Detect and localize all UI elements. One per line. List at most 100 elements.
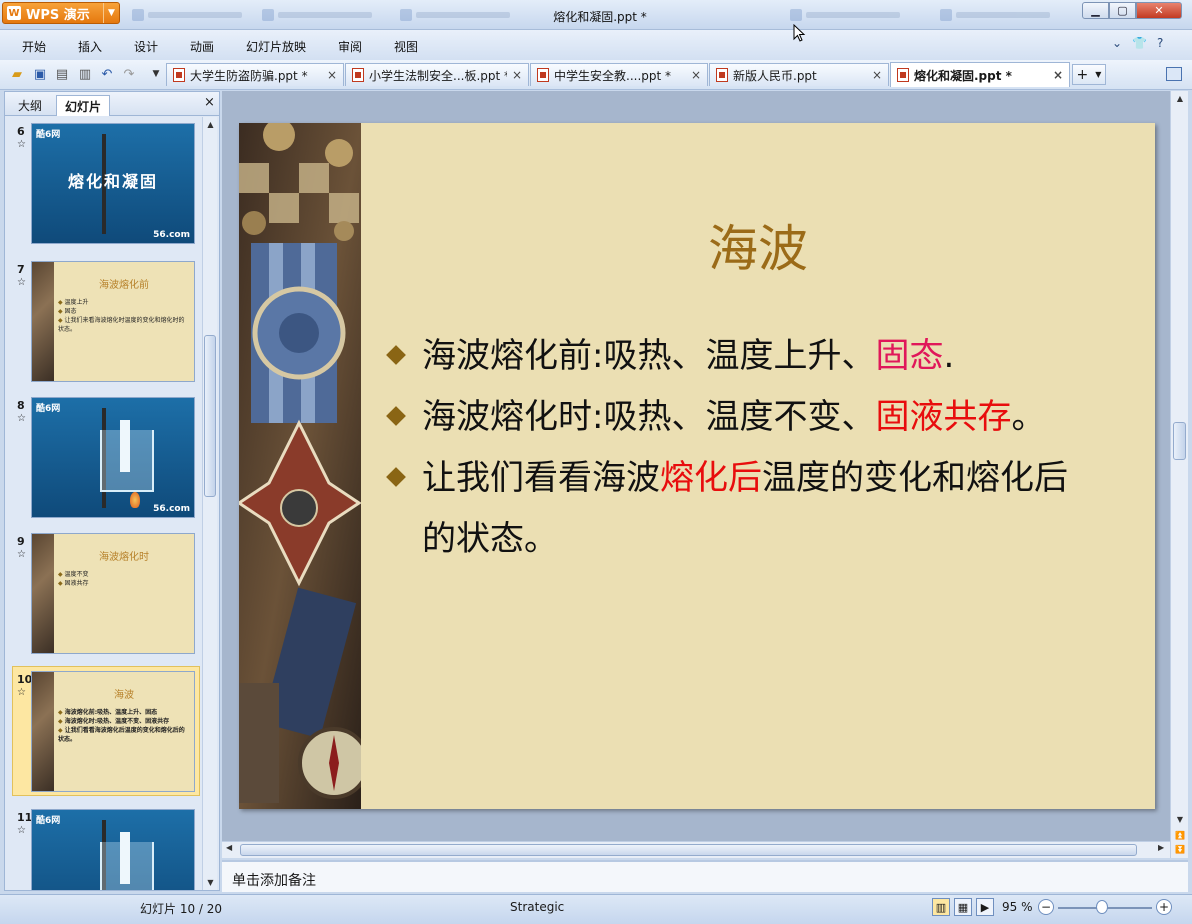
scroll-up-icon[interactable]: ▲ <box>1172 91 1188 105</box>
diamond-bullet-icon <box>386 467 406 487</box>
minimize-button[interactable]: ▁ <box>1082 2 1109 19</box>
doc-tab[interactable]: 中学生安全教....ppt * × <box>530 63 708 86</box>
print-preview-icon[interactable]: ▥ <box>77 66 93 82</box>
slide-thumbnail[interactable]: 酷6网 熔化和凝固 56.com <box>31 123 195 244</box>
redo-icon[interactable]: ↷ <box>121 66 137 82</box>
menu-review[interactable]: 审阅 <box>338 38 362 55</box>
slide-thumbnail[interactable]: 酷6网 56.com <box>31 397 195 518</box>
thumb-bullets: 海波熔化前:吸热、温度上升、固态 海波熔化时:吸热、温度不变、固液共存 让我们看… <box>58 708 190 744</box>
decor-strip <box>32 262 54 381</box>
close-tab-icon[interactable]: × <box>691 68 701 82</box>
medal-collage-image <box>239 123 361 809</box>
thumbnail-row[interactable]: 6 ☆ 酷6网 熔化和凝固 56.com <box>5 123 201 259</box>
skin-icon[interactable]: 👕 <box>1132 36 1147 50</box>
background-window-tab <box>132 7 242 23</box>
slide-sorter-button[interactable]: ▦ <box>954 898 972 916</box>
scroll-thumb[interactable] <box>240 844 1137 856</box>
slide-bullet-list[interactable]: 海波熔化前:吸热、温度上升、固态. 海波熔化时:吸热、温度不变、固液共存。 让我… <box>386 326 1149 570</box>
scroll-thumb[interactable] <box>1173 422 1186 460</box>
thumbnail-row[interactable]: 8 ☆ 酷6网 56.com <box>5 397 201 533</box>
chevron-down-icon: ▼ <box>1095 70 1102 79</box>
zoom-in-button[interactable]: + <box>1156 899 1172 915</box>
collapse-ribbon-icon[interactable]: ⌄ <box>1112 36 1122 50</box>
vertical-scrollbar[interactable]: ▲ ▼ ⏫ ⏬ <box>1170 91 1188 858</box>
prev-slide-icon[interactable]: ⏫ <box>1172 828 1188 842</box>
app-menu-button[interactable]: W WPS 演示 ▼ <box>2 2 120 24</box>
menu-animation[interactable]: 动画 <box>190 38 214 55</box>
tab-outline[interactable]: 大纲 <box>10 95 50 116</box>
close-tab-icon[interactable]: × <box>872 68 882 82</box>
toolbar-dropdown-icon[interactable]: ▼ <box>148 66 164 82</box>
thumbnail-row[interactable]: 11 ☆ 酷6网 <box>5 809 201 890</box>
print-icon[interactable]: ▤ <box>54 66 70 82</box>
doc-tab[interactable]: 小学生法制安全...板.ppt * × <box>345 63 529 86</box>
thumb-bullet: 温度上升 <box>58 298 190 307</box>
menu-design[interactable]: 设计 <box>134 38 158 55</box>
zoom-out-button[interactable]: − <box>1038 899 1054 915</box>
background-window-tab <box>262 7 372 23</box>
thumbnail-row[interactable]: 7 ☆ 海波熔化前 温度上升 固态 让我们来看海波熔化时温度的变化和熔化时的状态… <box>5 261 201 397</box>
app-name: WPS 演示 <box>26 7 90 23</box>
notes-input[interactable]: 单击添加备注 <box>222 860 1188 892</box>
thumb-title: 海波熔化前 <box>99 280 149 291</box>
slide-bullet: 海波熔化时:吸热、温度不变、固液共存。 <box>386 387 1149 448</box>
slide-thumbnail[interactable]: 酷6网 <box>31 809 195 890</box>
undo-icon[interactable]: ↶ <box>99 66 115 82</box>
diamond-bullet-icon <box>386 345 406 365</box>
thumbnail-scrollbar[interactable]: ▲ ▼ <box>202 117 217 890</box>
close-window-button[interactable]: ✕ <box>1136 2 1182 19</box>
scroll-down-icon[interactable]: ▼ <box>203 875 218 890</box>
tab-slides[interactable]: 幻灯片 <box>56 95 111 116</box>
slide-number: 7 <box>17 263 25 276</box>
animation-star-icon: ☆ <box>17 277 26 288</box>
close-panel-icon[interactable]: × <box>204 95 215 110</box>
save-icon[interactable]: ▣ <box>32 66 48 82</box>
bullet-highlight: 熔化后 <box>660 458 762 498</box>
ppt-file-icon <box>352 68 364 82</box>
slideshow-button[interactable]: ▶ <box>976 898 994 916</box>
new-tab-button[interactable]: + ▼ <box>1072 64 1106 85</box>
theme-name: Strategic <box>510 900 565 914</box>
scroll-up-icon[interactable]: ▲ <box>203 117 218 132</box>
close-tab-icon[interactable]: × <box>512 68 522 82</box>
slide-bullet: 海波熔化前:吸热、温度上升、固态. <box>386 326 1149 387</box>
slide-canvas[interactable]: 海波 海波熔化前:吸热、温度上升、固态. 海波熔化时:吸热、温度不变、固液共存。… <box>239 123 1155 809</box>
window-layout-icon[interactable] <box>1166 67 1182 81</box>
video-logo: 酷6网 <box>36 816 61 826</box>
test-tube-graphic <box>120 832 130 884</box>
animation-star-icon: ☆ <box>17 687 26 698</box>
scroll-left-icon[interactable]: ◀ <box>226 843 232 852</box>
thumbnail-row[interactable]: 9 ☆ 海波熔化时 温度不变 固液共存 <box>5 533 201 669</box>
scroll-thumb[interactable] <box>204 335 216 497</box>
thumbnail-row-selected[interactable]: 10 ☆ 海波 海波熔化前:吸热、温度上升、固态 海波熔化时:吸热、温度不变、固… <box>5 666 201 807</box>
close-tab-icon[interactable]: × <box>1053 68 1063 82</box>
menu-home[interactable]: 开始 <box>22 38 46 55</box>
menu-insert[interactable]: 插入 <box>78 38 102 55</box>
zoom-slider-thumb[interactable] <box>1096 900 1108 914</box>
slide-thumbnail[interactable]: 海波熔化前 温度上升 固态 让我们来看海波熔化时温度的变化和熔化时的状态。 <box>31 261 195 382</box>
doc-tab-active[interactable]: 熔化和凝固.ppt * × <box>890 62 1070 87</box>
doc-tab-label: 熔化和凝固.ppt * <box>914 68 1012 83</box>
doc-tab[interactable]: 新版人民币.ppt × <box>709 63 889 86</box>
horizontal-scrollbar[interactable]: ◀ ▶ <box>222 841 1170 858</box>
zoom-level[interactable]: 95 % <box>1002 900 1033 914</box>
wps-logo-icon: W <box>7 6 21 20</box>
video-site: 56.com <box>153 230 190 240</box>
ppt-file-icon <box>897 68 909 82</box>
open-folder-icon[interactable]: ▰ <box>9 66 25 82</box>
help-icon[interactable]: ? <box>1157 36 1163 50</box>
next-slide-icon[interactable]: ⏬ <box>1172 842 1188 856</box>
scroll-right-icon[interactable]: ▶ <box>1158 843 1164 852</box>
slide-thumbnail[interactable]: 海波熔化时 温度不变 固液共存 <box>31 533 195 654</box>
menu-right-tools: ⌄ 👕 ? <box>1112 36 1163 50</box>
maximize-button[interactable]: ▢ <box>1109 2 1136 19</box>
normal-view-button[interactable]: ▥ <box>932 898 950 916</box>
bullet-text: 海波熔化时:吸热、温度不变、 <box>422 397 876 437</box>
scroll-down-icon[interactable]: ▼ <box>1172 812 1188 826</box>
close-tab-icon[interactable]: × <box>327 68 337 82</box>
doc-tab[interactable]: 大学生防盗防骗.ppt * × <box>166 63 344 86</box>
slide-thumbnail[interactable]: 海波 海波熔化前:吸热、温度上升、固态 海波熔化时:吸热、温度不变、固液共存 让… <box>31 671 195 792</box>
menu-slideshow[interactable]: 幻灯片放映 <box>246 38 306 55</box>
menu-view[interactable]: 视图 <box>394 38 418 55</box>
slide-title[interactable]: 海波 <box>361 209 1155 281</box>
